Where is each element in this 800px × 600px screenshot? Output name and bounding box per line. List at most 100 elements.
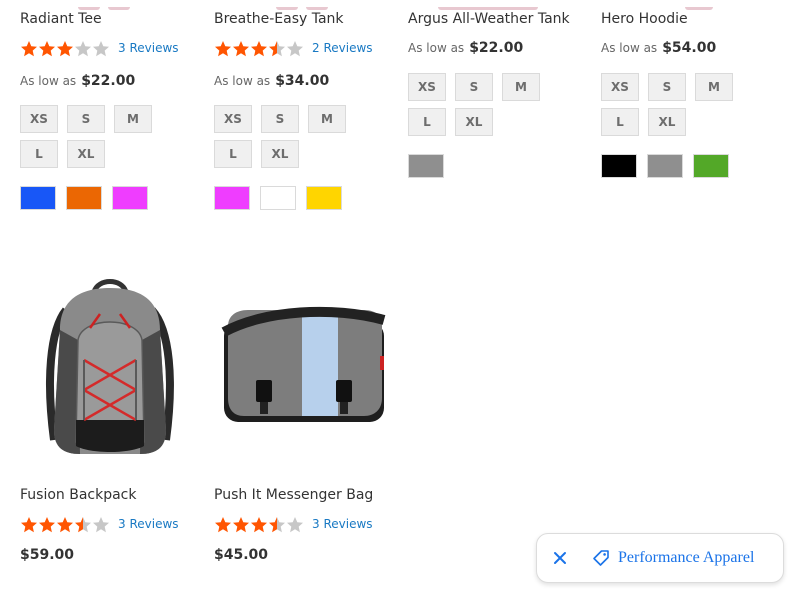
reviews-link[interactable]: 3 Reviews — [118, 41, 179, 55]
product-card: Hero Hoodie As low as $54.00 XS S M L XL — [601, 7, 781, 178]
price-box: $45.00 — [214, 547, 394, 563]
price-label: As low as — [20, 74, 77, 88]
star-icon — [233, 40, 249, 56]
size-option[interactable]: M — [308, 105, 346, 133]
star-icon — [39, 516, 55, 532]
product-image-backpack[interactable] — [20, 270, 200, 470]
star-icon — [57, 516, 73, 532]
filter-chip[interactable]: Performance Apparel — [536, 533, 784, 583]
product-image-edge — [438, 4, 538, 10]
tag-icon — [593, 550, 609, 566]
rating-stars — [20, 516, 110, 533]
rating-stars — [214, 40, 304, 57]
price: $54.00 — [662, 40, 717, 56]
star-icon — [21, 40, 37, 56]
reviews-link[interactable]: 3 Reviews — [312, 517, 373, 531]
reviews-link[interactable]: 3 Reviews — [118, 517, 179, 531]
color-swatch[interactable] — [601, 154, 637, 178]
product-name[interactable]: Push It Messenger Bag — [214, 486, 394, 505]
star-icon — [93, 516, 109, 532]
size-option[interactable]: S — [261, 105, 299, 133]
product-card: Push It Messenger Bag 3 Reviews $45.00 — [214, 486, 394, 563]
price: $22.00 — [81, 73, 136, 89]
price-label: As low as — [214, 74, 271, 88]
price: $59.00 — [20, 547, 75, 563]
color-options — [20, 186, 200, 210]
star-icon — [215, 516, 231, 532]
star-icon — [39, 40, 55, 56]
size-option[interactable]: S — [648, 73, 686, 101]
color-swatch[interactable] — [408, 154, 444, 178]
size-option[interactable]: XS — [214, 105, 252, 133]
product-name[interactable]: Hero Hoodie — [601, 10, 781, 29]
size-option[interactable]: XL — [648, 108, 686, 136]
product-name[interactable]: Argus All-Weather Tank — [408, 10, 588, 29]
color-swatch[interactable] — [112, 186, 148, 210]
star-icon — [287, 40, 303, 56]
product-card: Breathe-Easy Tank 2 Reviews As low as $3… — [214, 7, 394, 210]
price: $45.00 — [214, 547, 269, 563]
product-image-edge — [685, 4, 713, 10]
color-swatch[interactable] — [260, 186, 296, 210]
product-card: Radiant Tee 3 Reviews As low as $22.00 X… — [20, 7, 200, 210]
product-image-messenger-bag[interactable] — [214, 270, 394, 470]
product-name[interactable]: Breathe-Easy Tank — [214, 10, 394, 29]
size-option[interactable]: S — [67, 105, 105, 133]
color-swatch[interactable] — [66, 186, 102, 210]
size-option[interactable]: XL — [261, 140, 299, 168]
price-label: As low as — [601, 41, 658, 55]
product-rating: 3 Reviews — [20, 514, 200, 534]
product-rating: 2 Reviews — [214, 38, 394, 58]
color-swatch[interactable] — [20, 186, 56, 210]
product-rating: 3 Reviews — [214, 514, 394, 534]
reviews-link[interactable]: 2 Reviews — [312, 41, 373, 55]
size-option[interactable]: L — [214, 140, 252, 168]
price-box: $59.00 — [20, 547, 200, 563]
close-icon[interactable] — [553, 551, 567, 565]
color-options — [601, 154, 781, 178]
star-icon — [57, 40, 73, 56]
product-name[interactable]: Radiant Tee — [20, 10, 200, 29]
product-rating: 3 Reviews — [20, 38, 200, 58]
size-option[interactable]: XS — [408, 73, 446, 101]
size-options: XS S M L XL — [214, 105, 404, 175]
size-option[interactable]: L — [20, 140, 58, 168]
size-option[interactable]: XL — [67, 140, 105, 168]
size-option[interactable]: L — [601, 108, 639, 136]
price-box: As low as $54.00 — [601, 40, 781, 56]
star-icon — [269, 40, 285, 56]
size-option[interactable]: XL — [455, 108, 493, 136]
price: $22.00 — [469, 40, 524, 56]
size-option[interactable]: XS — [601, 73, 639, 101]
star-icon — [93, 40, 109, 56]
product-image-edge — [78, 4, 130, 10]
filter-chip-label: Performance Apparel — [618, 549, 755, 566]
size-option[interactable]: M — [695, 73, 733, 101]
size-option[interactable]: S — [455, 73, 493, 101]
star-icon — [215, 40, 231, 56]
product-card: Argus All-Weather Tank As low as $22.00 … — [408, 7, 588, 178]
color-swatch[interactable] — [306, 186, 342, 210]
price-label: As low as — [408, 41, 465, 55]
product-image-edge — [276, 4, 328, 10]
size-option[interactable]: XS — [20, 105, 58, 133]
size-option[interactable]: L — [408, 108, 446, 136]
color-swatch[interactable] — [214, 186, 250, 210]
star-icon — [21, 516, 37, 532]
size-option[interactable]: M — [502, 73, 540, 101]
star-icon — [269, 516, 285, 532]
price: $34.00 — [275, 73, 330, 89]
size-option[interactable]: M — [114, 105, 152, 133]
size-options: XS S M L XL — [601, 73, 791, 143]
size-options: XS S M L XL — [408, 73, 598, 143]
star-icon — [75, 40, 91, 56]
size-options: XS S M L XL — [20, 105, 210, 175]
color-swatch[interactable] — [693, 154, 729, 178]
star-icon — [75, 516, 91, 532]
color-options — [408, 154, 588, 178]
product-name[interactable]: Fusion Backpack — [20, 486, 200, 505]
color-swatch[interactable] — [647, 154, 683, 178]
price-box: As low as $22.00 — [408, 40, 588, 56]
product-card: Fusion Backpack 3 Reviews $59.00 — [20, 486, 200, 563]
star-icon — [251, 40, 267, 56]
